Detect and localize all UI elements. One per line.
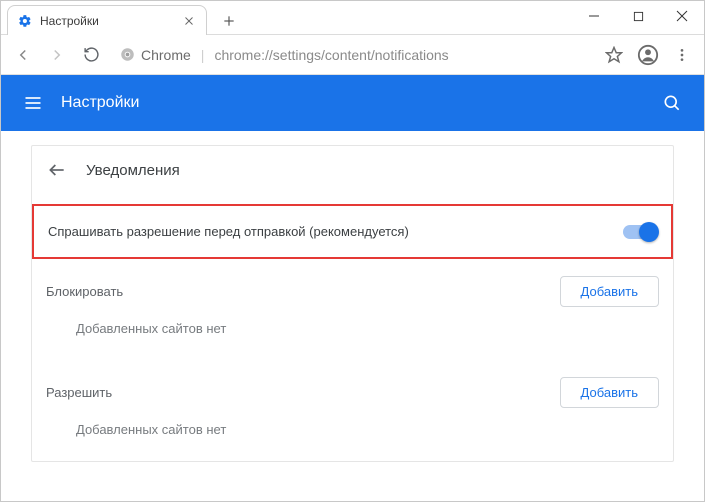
search-icon[interactable] (660, 91, 684, 115)
allow-section-title: Разрешить (46, 385, 560, 400)
address-bar[interactable]: Chrome | chrome://settings/content/notif… (111, 40, 594, 70)
titlebar: Настройки (1, 1, 704, 35)
chrome-icon (119, 47, 135, 63)
star-icon[interactable] (600, 41, 628, 69)
tab-settings[interactable]: Настройки (7, 5, 207, 35)
close-icon[interactable] (182, 14, 196, 28)
tab-strip: Настройки (1, 1, 243, 35)
browser-window: Настройки (0, 0, 705, 502)
allow-empty-message: Добавленных сайтов нет (46, 416, 659, 457)
minimize-button[interactable] (572, 1, 616, 31)
window-close-button[interactable] (660, 1, 704, 31)
toggle-knob (639, 222, 659, 242)
allow-section: Разрешить Добавить Добавленных сайтов не… (32, 360, 673, 461)
back-button[interactable] (9, 41, 37, 69)
section-header: Уведомления (32, 146, 673, 194)
maximize-button[interactable] (616, 1, 660, 31)
block-empty-message: Добавленных сайтов нет (46, 315, 659, 356)
header-title: Настройки (61, 94, 660, 112)
account-icon[interactable] (634, 41, 662, 69)
allow-section-head: Разрешить Добавить (46, 368, 659, 416)
tab-title: Настройки (40, 14, 182, 28)
settings-header: Настройки (1, 75, 704, 131)
allow-add-button[interactable]: Добавить (560, 377, 659, 408)
browser-toolbar: Chrome | chrome://settings/content/notif… (1, 35, 704, 75)
omnibox-separator: | (201, 47, 205, 63)
window-controls (572, 1, 704, 31)
ask-toggle[interactable] (623, 225, 657, 239)
kebab-menu-icon[interactable] (668, 41, 696, 69)
forward-button[interactable] (43, 41, 71, 69)
reload-button[interactable] (77, 41, 105, 69)
toggle-label: Спрашивать разрешение перед отправкой (р… (48, 224, 623, 239)
block-section-title: Блокировать (46, 284, 560, 299)
settings-content: Уведомления Спрашивать разрешение перед … (1, 131, 704, 501)
back-arrow-icon[interactable] (46, 159, 68, 181)
block-section-head: Блокировать Добавить (46, 267, 659, 315)
new-tab-button[interactable] (215, 7, 243, 35)
block-section: Блокировать Добавить Добавленных сайтов … (32, 259, 673, 360)
notifications-panel: Уведомления Спрашивать разрешение перед … (31, 145, 674, 462)
omnibox-prefix: Chrome (141, 47, 191, 63)
block-add-button[interactable]: Добавить (560, 276, 659, 307)
ask-before-sending-row: Спрашивать разрешение перед отправкой (р… (32, 204, 673, 259)
page-title: Уведомления (86, 162, 180, 179)
hamburger-icon[interactable] (21, 91, 45, 115)
omnibox-url: chrome://settings/content/notifications (214, 47, 448, 63)
gear-icon (18, 14, 32, 28)
